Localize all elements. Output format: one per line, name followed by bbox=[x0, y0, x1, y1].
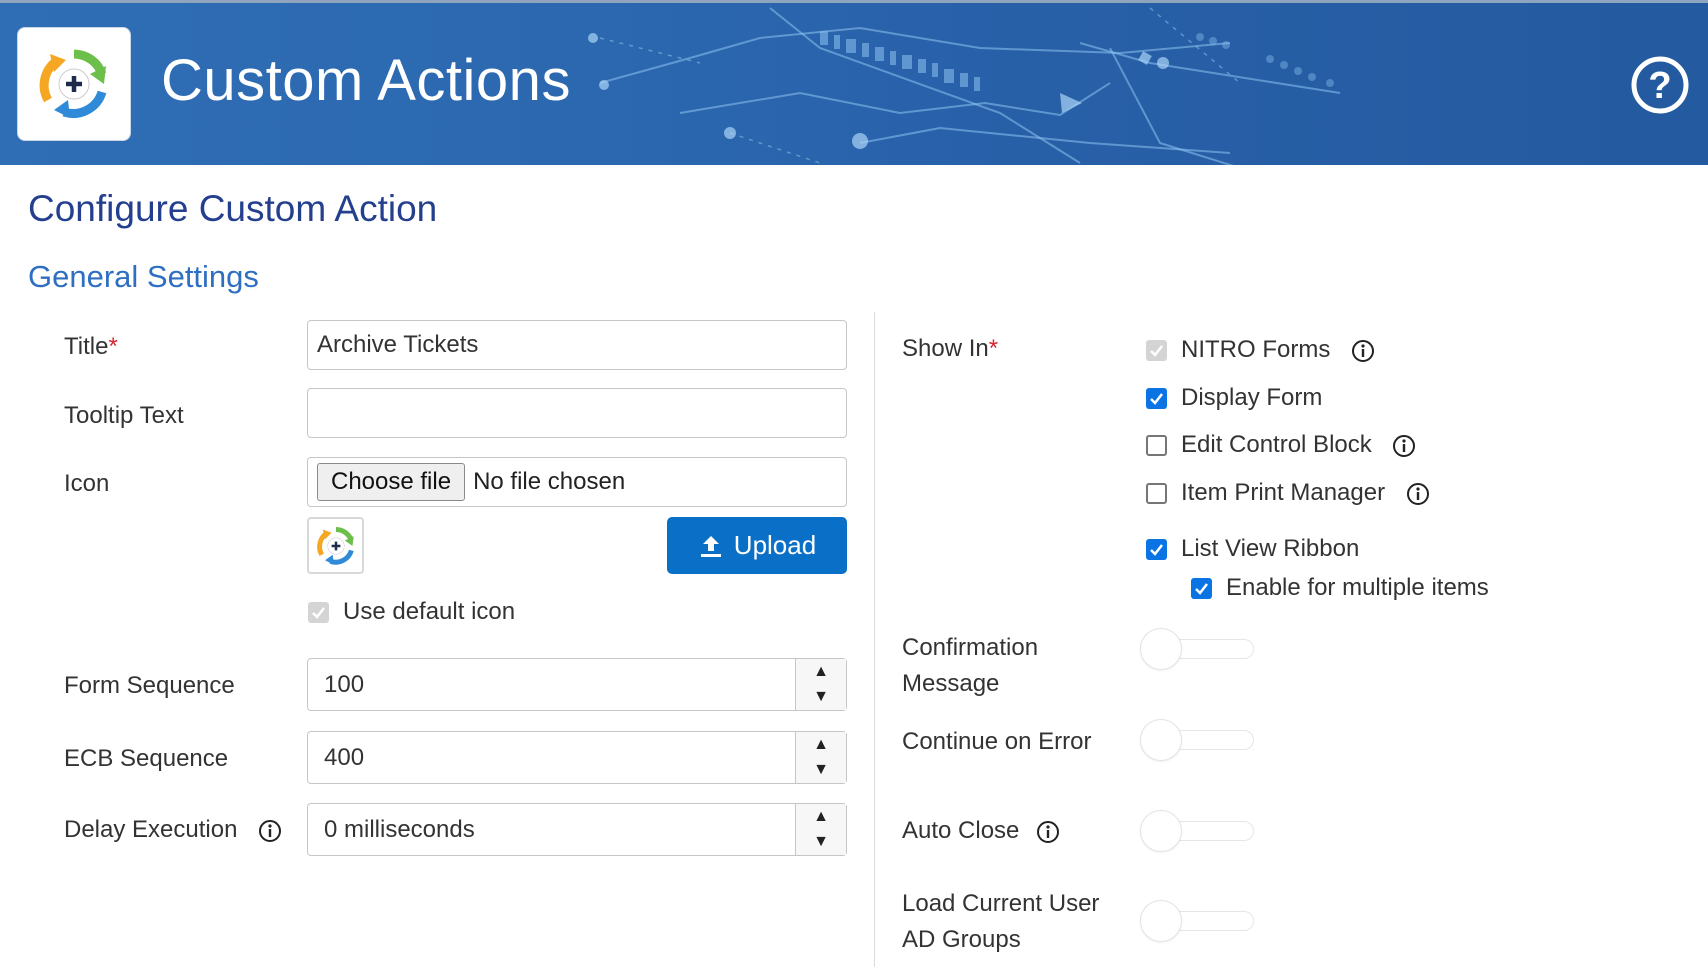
checkmark-icon bbox=[312, 607, 325, 619]
list-view-ribbon-label: List View Ribbon bbox=[1181, 535, 1360, 562]
required-marker: * bbox=[108, 333, 118, 360]
auto-close-toggle[interactable] bbox=[1140, 810, 1254, 852]
checkmark-icon bbox=[1195, 583, 1208, 595]
form-sequence-input[interactable]: 100 ▲ ▼ bbox=[307, 658, 847, 711]
delay-execution-label-text: Delay Execution bbox=[64, 816, 238, 843]
list-view-ribbon-checkbox[interactable] bbox=[1146, 539, 1167, 560]
confirmation-line-2: Message bbox=[902, 670, 1000, 697]
required-marker: * bbox=[988, 335, 999, 362]
title-input[interactable] bbox=[307, 320, 847, 370]
increment-arrow-icon[interactable]: ▲ bbox=[796, 659, 846, 685]
increment-arrow-icon[interactable]: ▲ bbox=[796, 804, 846, 830]
confirmation-message-toggle[interactable] bbox=[1140, 628, 1254, 670]
toggle-knob bbox=[1140, 900, 1182, 942]
item-print-manager-label: Item Print Manager bbox=[1181, 479, 1386, 506]
ecb-sequence-value[interactable]: 400 bbox=[308, 732, 796, 783]
app-title: Custom Actions bbox=[161, 48, 571, 113]
auto-close-label-text: Auto Close bbox=[902, 817, 1020, 844]
nitro-forms-checkbox[interactable] bbox=[1146, 340, 1167, 361]
tooltip-input[interactable] bbox=[307, 388, 847, 438]
section-title: General Settings bbox=[28, 259, 259, 294]
ecb-sequence-label: ECB Sequence bbox=[64, 745, 229, 772]
edit-control-block-label: Edit Control Block bbox=[1181, 431, 1372, 458]
use-default-icon-label: Use default icon bbox=[343, 598, 516, 625]
tooltip-label: Tooltip Text bbox=[64, 402, 184, 429]
checkmark-icon bbox=[1150, 544, 1163, 556]
upload-label: Upload bbox=[733, 530, 817, 560]
continue-on-error-toggle[interactable] bbox=[1140, 719, 1254, 761]
confirmation-message-label: Confirmation Message bbox=[902, 630, 1038, 702]
decrement-arrow-icon[interactable]: ▼ bbox=[796, 685, 846, 711]
use-default-icon-checkbox[interactable] bbox=[308, 602, 329, 623]
load-ad-groups-line-1: Load Current User bbox=[902, 890, 1100, 917]
load-ad-groups-line-2: AD Groups bbox=[902, 926, 1021, 953]
info-icon[interactable] bbox=[1351, 339, 1375, 363]
increment-arrow-icon[interactable]: ▲ bbox=[796, 732, 846, 758]
info-icon[interactable] bbox=[258, 819, 282, 843]
toggle-knob bbox=[1140, 719, 1182, 761]
info-icon[interactable] bbox=[1036, 820, 1060, 844]
enable-multiple-items-label: Enable for multiple items bbox=[1226, 574, 1489, 601]
form-sequence-value[interactable]: 100 bbox=[308, 659, 796, 710]
icon-label: Icon bbox=[64, 470, 110, 497]
enable-multiple-items-checkbox[interactable] bbox=[1191, 578, 1212, 599]
title-label-text: Title bbox=[64, 333, 109, 360]
custom-actions-logo-icon bbox=[39, 49, 107, 118]
nitro-forms-option: NITRO Forms bbox=[1181, 336, 1375, 364]
item-print-manager-option: Item Print Manager bbox=[1181, 479, 1430, 507]
nitro-forms-label: NITRO Forms bbox=[1181, 336, 1331, 363]
toggle-knob bbox=[1140, 810, 1182, 852]
page-title: Configure Custom Action bbox=[28, 188, 438, 229]
decrement-arrow-icon[interactable]: ▼ bbox=[796, 830, 846, 856]
icon-file-input[interactable]: Choose file No file chosen bbox=[307, 457, 847, 507]
confirmation-line-1: Confirmation bbox=[902, 634, 1039, 661]
continue-on-error-label: Continue on Error bbox=[902, 728, 1092, 755]
edit-control-block-checkbox[interactable] bbox=[1146, 435, 1167, 456]
delay-execution-label: Delay Execution bbox=[64, 816, 282, 844]
file-status-text: No file chosen bbox=[473, 468, 626, 495]
app-logo bbox=[17, 27, 131, 141]
delay-execution-input[interactable]: 0 milliseconds ▲ ▼ bbox=[307, 803, 847, 856]
show-in-label-text: Show In bbox=[902, 335, 989, 362]
svg-text:?: ? bbox=[1648, 65, 1671, 107]
auto-close-label: Auto Close bbox=[902, 817, 1060, 845]
header-banner: Custom Actions ? bbox=[0, 0, 1708, 165]
load-ad-groups-toggle[interactable] bbox=[1140, 900, 1254, 942]
upload-button[interactable]: Upload bbox=[667, 517, 847, 574]
help-circle-icon[interactable]: ? bbox=[1630, 55, 1690, 115]
load-ad-groups-label: Load Current User AD Groups bbox=[902, 886, 1099, 958]
ecb-sequence-input[interactable]: 400 ▲ ▼ bbox=[307, 731, 847, 784]
info-icon[interactable] bbox=[1392, 434, 1416, 458]
choose-file-button[interactable]: Choose file bbox=[317, 463, 466, 501]
icon-preview bbox=[307, 517, 364, 574]
checkmark-icon bbox=[1150, 345, 1163, 357]
title-label: Title* bbox=[64, 333, 118, 361]
custom-actions-logo-icon bbox=[316, 526, 354, 565]
upload-icon bbox=[700, 535, 721, 557]
display-form-label: Display Form bbox=[1181, 384, 1323, 411]
display-form-checkbox[interactable] bbox=[1146, 388, 1167, 409]
edit-control-block-option: Edit Control Block bbox=[1181, 431, 1416, 459]
show-in-label: Show In* bbox=[902, 335, 998, 363]
column-divider bbox=[874, 312, 875, 967]
checkmark-icon bbox=[1150, 393, 1163, 405]
item-print-manager-checkbox[interactable] bbox=[1146, 483, 1167, 504]
toggle-knob bbox=[1140, 628, 1182, 670]
delay-execution-value[interactable]: 0 milliseconds bbox=[308, 804, 796, 855]
decrement-arrow-icon[interactable]: ▼ bbox=[796, 758, 846, 784]
info-icon[interactable] bbox=[1406, 482, 1430, 506]
form-sequence-label: Form Sequence bbox=[64, 672, 235, 699]
